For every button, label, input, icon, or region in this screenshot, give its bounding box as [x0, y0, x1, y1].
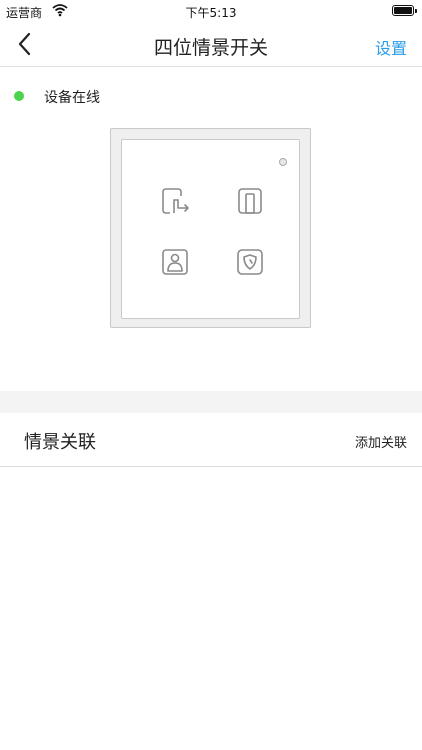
- scene-association-title: 情景关联: [24, 432, 96, 453]
- nav-bar: 四位情景开关 设置: [0, 22, 422, 67]
- switch-panel: [110, 128, 311, 328]
- add-association-button[interactable]: 添加关联: [355, 432, 407, 451]
- shield-icon[interactable]: [235, 247, 265, 277]
- battery-icon: [392, 5, 417, 16]
- person-icon[interactable]: [160, 247, 190, 277]
- scene-association-row: 情景关联 添加关联: [0, 414, 422, 467]
- leave-home-icon[interactable]: [160, 186, 190, 216]
- clock: 下午5:13: [185, 6, 237, 20]
- switch-face: [121, 139, 300, 319]
- device-status-text: 设备在线: [44, 90, 100, 106]
- section-divider: [0, 391, 422, 413]
- online-status-dot: [14, 91, 24, 101]
- status-bar: 运营商 下午5:13: [0, 0, 422, 22]
- page-title: 四位情景开关: [153, 37, 268, 59]
- settings-button[interactable]: 设置: [375, 35, 407, 59]
- door-icon[interactable]: [235, 186, 265, 216]
- indicator-led: [279, 158, 287, 166]
